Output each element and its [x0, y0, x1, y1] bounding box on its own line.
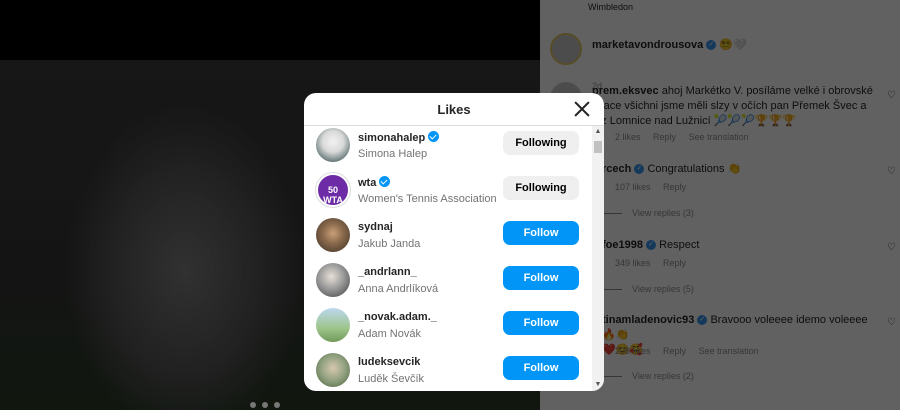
verified-icon — [428, 131, 440, 142]
heart-icon[interactable]: ♡ — [887, 317, 896, 328]
heart-icon[interactable]: ♡ — [887, 90, 896, 101]
verified-icon — [379, 176, 391, 187]
modal-title: Likes — [437, 102, 471, 117]
list-item: 50 WTA wta Women's Tennis Association Fo… — [304, 173, 592, 218]
full-name: Luděk Ševčík — [358, 373, 425, 385]
heart-icon[interactable]: ♡ — [887, 166, 896, 177]
likes-modal: Likes simonahalep Simona Halep Following… — [304, 93, 604, 391]
comment-likes[interactable]: 107 likes — [615, 182, 651, 192]
modal-header: Likes — [304, 93, 604, 126]
list-item: _andrlann_ Anna Andrlíková Follow — [304, 263, 592, 308]
comment-text: Congratulations 👏 — [647, 163, 742, 175]
comment-likes[interactable]: 2 likes — [615, 132, 641, 142]
post-author-username[interactable]: marketavondrousova — [592, 39, 703, 51]
avatar[interactable] — [316, 353, 350, 387]
heart-icon[interactable]: ♡ — [887, 242, 896, 253]
avatar[interactable] — [316, 308, 350, 342]
comment-text-line2: tulace všichni jsme měli slzy v očích pa… — [592, 100, 867, 112]
username[interactable]: ludeksevcik — [358, 356, 420, 368]
username[interactable]: wta — [358, 177, 376, 189]
username[interactable]: _novak.adam._ — [358, 311, 437, 323]
following-button[interactable]: Following — [503, 131, 579, 155]
follow-button[interactable]: Follow — [503, 356, 579, 380]
reply-link[interactable]: Reply — [663, 258, 686, 268]
verified-icon: ✓ — [706, 40, 717, 51]
verified-icon: ✓ — [697, 315, 708, 326]
avatar[interactable] — [316, 263, 350, 297]
username[interactable]: simonahalep — [358, 132, 425, 144]
close-icon[interactable] — [570, 97, 594, 121]
reply-link[interactable]: Reply — [653, 132, 676, 142]
following-button[interactable]: Following — [503, 176, 579, 200]
see-translation-link[interactable]: See translation — [689, 132, 749, 142]
scroll-thumb[interactable] — [594, 141, 602, 153]
comment-username[interactable]: rcech — [602, 163, 631, 175]
list-item: ludeksevcik Luděk Ševčík Follow — [304, 353, 592, 391]
list-item: simonahalep Simona Halep Following — [304, 128, 592, 173]
verified-icon: ✓ — [634, 164, 645, 175]
location-text[interactable]: Wimbledon — [588, 0, 880, 15]
comment-text: ahoj Markétko V. posíláme velké i obrovs… — [661, 85, 873, 97]
list-item: _novak.adam._ Adam Novák Follow — [304, 308, 592, 353]
list-item: sydnaj Jakub Janda Follow — [304, 218, 592, 263]
follow-button[interactable]: Follow — [503, 311, 579, 335]
full-name: Anna Andrlíková — [358, 283, 439, 295]
full-name: Jakub Janda — [358, 238, 421, 250]
carousel-dots — [250, 402, 280, 408]
comment-username[interactable]: tinamladenovic93 — [602, 314, 694, 326]
follow-button[interactable]: Follow — [503, 266, 579, 290]
follow-button[interactable]: Follow — [503, 221, 579, 245]
comment-likes[interactable]: 349 likes — [615, 258, 651, 268]
full-name: Simona Halep — [358, 148, 428, 160]
view-replies-link[interactable]: View replies (3) — [600, 208, 694, 218]
scroll-up-icon[interactable]: ▲ — [592, 128, 604, 136]
author-emoji: 😵‍💫🤍 — [719, 39, 747, 51]
verified-icon: ✓ — [646, 240, 657, 251]
reply-link[interactable]: Reply — [663, 182, 686, 192]
wta-logo: 50 WTA — [323, 185, 343, 205]
full-name: Adam Novák — [358, 328, 421, 340]
username[interactable]: sydnaj — [358, 221, 393, 233]
comment-text-line3: a z Lomnice nad Lužnicí 🎾🎾🎾🏆🏆🏆 — [592, 115, 796, 127]
author-avatar[interactable] — [550, 33, 582, 65]
avatar[interactable] — [316, 128, 350, 162]
likes-list: simonahalep Simona Halep Following 50 WT… — [304, 126, 592, 391]
username[interactable]: _andrlann_ — [358, 266, 417, 278]
avatar[interactable]: 50 WTA — [316, 173, 350, 207]
comment-likes[interactable]: 208 likes — [615, 346, 651, 356]
avatar[interactable] — [316, 218, 350, 252]
scrollbar[interactable]: ▲ ▼ — [592, 126, 604, 391]
comment-username[interactable]: foe1998 — [602, 239, 643, 251]
view-replies-link[interactable]: View replies (2) — [600, 371, 694, 381]
see-translation-link[interactable]: See translation — [699, 346, 759, 356]
comment-text: Respect — [659, 239, 700, 251]
scroll-down-icon[interactable]: ▼ — [592, 381, 604, 389]
view-replies-link[interactable]: View replies (5) — [600, 284, 694, 294]
full-name: Women's Tennis Association — [358, 193, 497, 205]
reply-link[interactable]: Reply — [663, 346, 686, 356]
